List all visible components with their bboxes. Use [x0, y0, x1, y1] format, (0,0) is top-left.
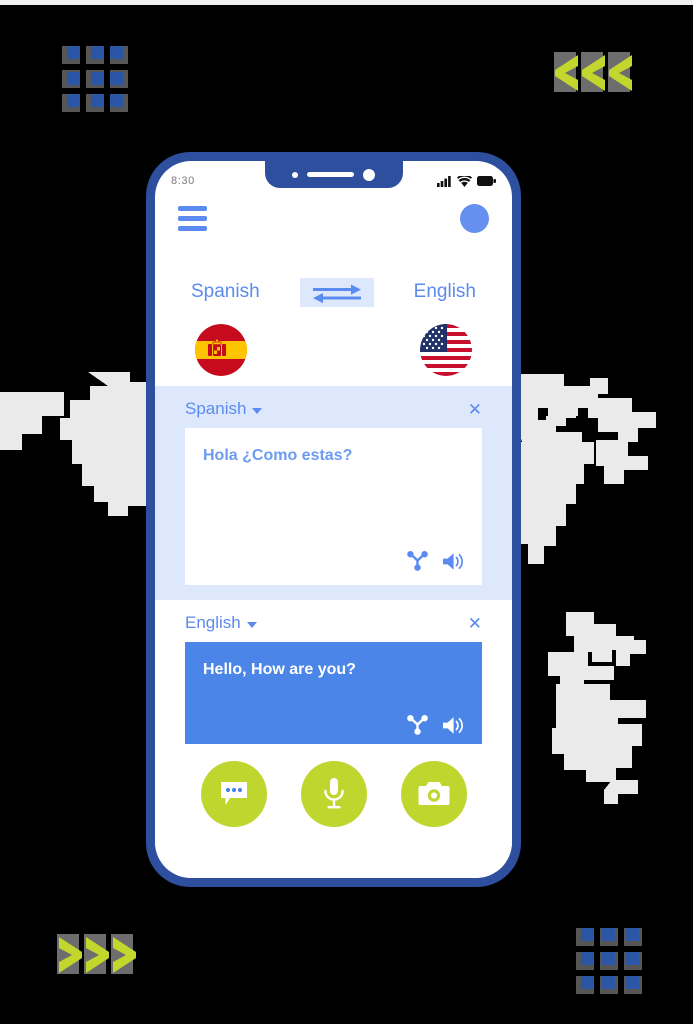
front-camera-icon — [363, 168, 375, 181]
usa-flag-icon[interactable] — [420, 324, 472, 376]
language-selector-row: Spanish English — [155, 273, 512, 311]
chevron-left-icon — [582, 55, 605, 91]
camera-translate-button[interactable] — [400, 761, 467, 827]
target-text-box[interactable]: Hello, How are you? — [185, 642, 482, 749]
target-card-language-label: English — [185, 613, 241, 632]
source-phrase-text: Hola ¿Como estas? — [203, 447, 353, 464]
speaker-icon[interactable] — [442, 716, 464, 735]
avatar[interactable] — [460, 203, 489, 233]
flag-row — [155, 321, 512, 379]
share-icon[interactable] — [407, 551, 428, 571]
source-card-language-dropdown[interactable]: Spanish — [185, 399, 263, 419]
phone-frame: 8:30 Spanish English Spanish ✕ Hola ¿Com… — [146, 152, 521, 887]
target-box-actions — [407, 715, 464, 735]
chevron-right-icon — [113, 937, 136, 973]
chevron-left-icon — [555, 55, 578, 91]
spain-flag-icon[interactable] — [195, 324, 247, 376]
chevron-down-icon — [246, 621, 257, 628]
share-icon[interactable] — [407, 715, 428, 735]
source-box-actions — [407, 551, 464, 571]
source-card-close-icon[interactable]: ✕ — [468, 401, 482, 418]
swap-arrows-icon — [312, 284, 361, 303]
source-card-language-label: Spanish — [185, 399, 247, 418]
sensor-dot-icon — [292, 171, 298, 178]
dot-grid-decoration-top-left — [62, 46, 128, 112]
chevron-right-icon — [59, 937, 82, 973]
swap-languages-button[interactable] — [299, 277, 374, 307]
chevron-right-decoration — [55, 934, 137, 976]
target-card-close-icon[interactable]: ✕ — [468, 615, 482, 632]
target-language-label[interactable]: English — [414, 281, 476, 303]
source-translation-card: Spanish ✕ Hola ¿Como estas? — [155, 386, 512, 600]
chat-bubble-icon — [220, 782, 247, 805]
earpiece-speaker — [307, 172, 354, 177]
conversation-button[interactable] — [200, 761, 267, 827]
chevron-right-icon — [86, 937, 109, 973]
source-card-header: Spanish ✕ — [185, 396, 482, 422]
target-card-language-dropdown[interactable]: English — [185, 613, 257, 633]
camera-icon — [418, 782, 449, 805]
microphone-icon — [323, 778, 344, 809]
chevron-left-icon — [609, 55, 632, 91]
status-time: 8:30 — [171, 175, 195, 187]
action-bar — [155, 744, 512, 878]
phone-screen: 8:30 Spanish English Spanish ✕ Hola ¿Com… — [155, 161, 512, 878]
chevron-down-icon — [252, 407, 263, 414]
source-text-box[interactable]: Hola ¿Como estas? — [185, 428, 482, 585]
app-bar — [155, 195, 512, 241]
source-language-label[interactable]: Spanish — [191, 281, 260, 303]
target-phrase-text: Hello, How are you? — [203, 661, 356, 678]
target-translation-card: English ✕ Hello, How are you? — [155, 600, 512, 749]
phone-notch — [264, 161, 403, 188]
speaker-icon[interactable] — [442, 552, 464, 571]
target-card-header: English ✕ — [185, 610, 482, 636]
voice-input-button[interactable] — [300, 761, 367, 827]
chevron-left-decoration — [552, 52, 634, 94]
dot-grid-decoration-bottom-right — [576, 928, 642, 994]
wifi-icon — [457, 175, 472, 187]
hamburger-menu-icon[interactable] — [178, 205, 207, 231]
signal-icon — [437, 175, 451, 187]
battery-icon — [477, 176, 496, 186]
